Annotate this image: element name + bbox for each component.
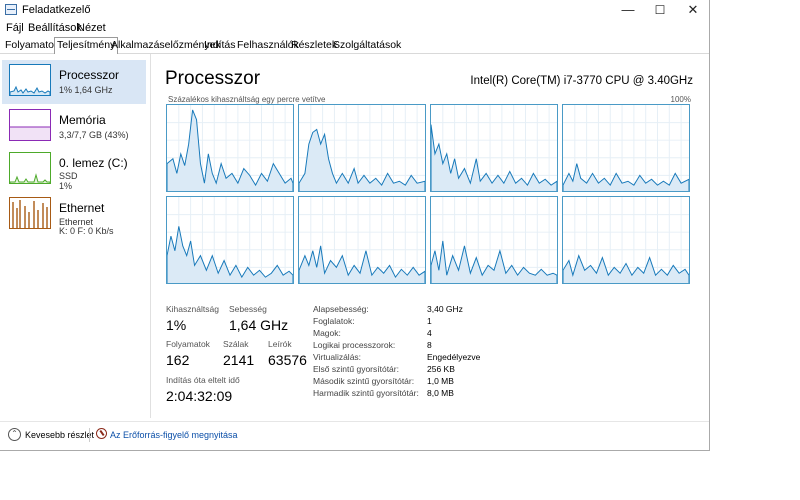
processes-value: 162 [166, 352, 190, 368]
resource-list: Processzor 1% 1,64 GHz Memória 3,3/7,7 G… [0, 54, 151, 418]
title-bar[interactable]: Feladatkezelő — ☐ ✕ [0, 0, 709, 20]
footer-bar: ⌃ Kevesebb részlet Az Erőforrás-figyelő … [0, 421, 709, 450]
uptime-label: Indítás óta eltelt idő [166, 375, 240, 385]
speed-value: 1,64 GHz [229, 317, 289, 333]
resource-disk-usage: 1% [59, 181, 73, 191]
disk-thumbnail-graph [9, 152, 51, 184]
page-title: Processzor [165, 68, 261, 89]
spec-value: 8,0 MB [427, 388, 454, 398]
tab-services[interactable]: Szolgáltatások [331, 38, 403, 52]
logical-processor-graph [298, 196, 426, 284]
memory-thumbnail-graph [9, 109, 51, 141]
resource-detail: 1% 1,64 GHz [59, 85, 113, 95]
logical-processor-graph [430, 196, 558, 284]
spec-key: Magok: [313, 328, 341, 338]
menu-settings[interactable]: Beállítások [28, 22, 82, 34]
spec-key: Második szintű gyorsítótár: [313, 376, 415, 386]
tab-bar: Folyamatok Teljesítmény Alkalmazáselőzmé… [0, 37, 709, 54]
logical-processor-graph [430, 104, 558, 192]
resource-name: Ethernet [59, 201, 105, 215]
spec-value: 1 [427, 316, 432, 326]
resource-ethernet[interactable]: Ethernet Ethernet K: 0 F: 0 Kb/s [2, 193, 146, 237]
utilization-value: 1% [166, 317, 187, 333]
chevron-up-circle-icon[interactable]: ⌃ [8, 428, 21, 441]
cpu-thumbnail-graph [9, 64, 51, 96]
utilization-label: Kihasználtság [166, 304, 219, 314]
logical-processor-graph [562, 196, 690, 284]
spec-value: 1,0 MB [427, 376, 454, 386]
close-button[interactable]: ✕ [677, 0, 709, 20]
graph-caption: Százalékos kihasználtság egy percre vetí… [168, 95, 326, 104]
minimize-button[interactable]: — [612, 0, 644, 20]
cpu-detail-pane: Processzor Intel(R) Core(TM) i7-3770 CPU… [158, 54, 703, 418]
graph-max-label: 100% [670, 95, 691, 104]
resource-monitor-link[interactable]: Az Erőforrás-figyelő megnyitása [110, 430, 238, 440]
menu-file[interactable]: Fájl [6, 22, 24, 34]
handles-value: 63576 [268, 352, 307, 368]
menu-view[interactable]: Nézet [77, 22, 106, 34]
resource-monitor-icon[interactable] [96, 428, 107, 439]
tab-startup[interactable]: Indítás [202, 38, 238, 52]
spec-key: Foglalatok: [313, 316, 355, 326]
speed-label: Sebesség [229, 304, 267, 314]
maximize-button[interactable]: ☐ [644, 0, 676, 20]
processes-label: Folyamatok [166, 339, 210, 349]
spec-value: 8 [427, 340, 432, 350]
logical-processor-graph [166, 196, 294, 284]
threads-value: 2141 [223, 352, 255, 368]
spec-key: Alapsebesség: [313, 304, 369, 314]
ethernet-thumbnail-graph [9, 197, 51, 229]
spec-value: Engedélyezve [427, 352, 481, 362]
window-title: Feladatkezelő [22, 4, 91, 16]
handles-label: Leírók [268, 339, 292, 349]
resource-disk[interactable]: 0. lemez (C:) SSD 1% [2, 148, 146, 192]
spec-key: Első szintű gyorsítótár: [313, 364, 399, 374]
fewer-details-link[interactable]: Kevesebb részlet [25, 430, 94, 440]
footer-divider [89, 428, 90, 442]
tab-processes[interactable]: Folyamatok [3, 38, 61, 52]
task-manager-icon [5, 4, 17, 15]
resource-disk-type: SSD [59, 171, 78, 181]
resource-detail: 3,3/7,7 GB (43%) [59, 130, 129, 140]
resource-throughput: K: 0 F: 0 Kb/s [59, 226, 114, 236]
task-manager-window: Feladatkezelő — ☐ ✕ Fájl Beállítások Néz… [0, 0, 710, 451]
spec-key: Harmadik szintű gyorsítótár: [313, 388, 419, 398]
resource-name: 0. lemez (C:) [59, 156, 128, 170]
spec-value: 3,40 GHz [427, 304, 463, 314]
logical-processor-graph [562, 104, 690, 192]
resource-name: Memória [59, 113, 106, 127]
uptime-value: 2:04:32:09 [166, 388, 233, 404]
threads-label: Szálak [223, 339, 249, 349]
cpu-model: Intel(R) Core(TM) i7-3770 CPU @ 3.40GHz [470, 75, 693, 87]
logical-processor-graph [166, 104, 294, 192]
spec-value: 4 [427, 328, 432, 338]
spec-key: Logikai processzorok: [313, 340, 396, 350]
menu-bar: Fájl Beállítások Nézet [0, 20, 709, 36]
resource-name: Processzor [59, 68, 120, 82]
spec-key: Virtualizálás: [313, 352, 362, 362]
resource-cpu[interactable]: Processzor 1% 1,64 GHz [2, 60, 146, 104]
resource-memory[interactable]: Memória 3,3/7,7 GB (43%) [2, 105, 146, 149]
spec-value: 256 KB [427, 364, 455, 374]
logical-processor-graph [298, 104, 426, 192]
